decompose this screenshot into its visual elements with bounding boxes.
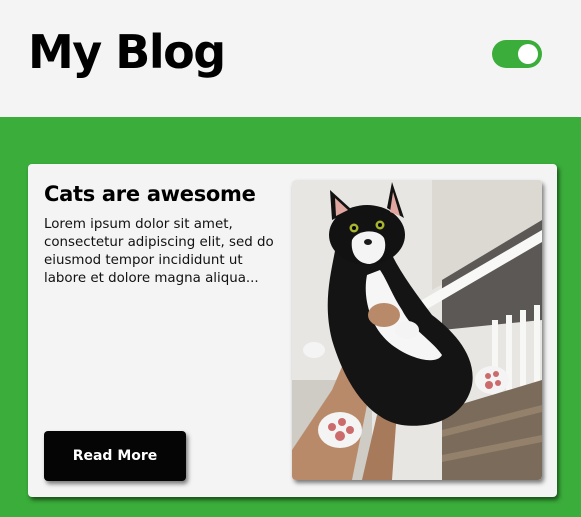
page-header: My Blog	[0, 0, 581, 118]
read-more-button[interactable]: Read More	[44, 431, 186, 481]
post-title: Cats are awesome	[44, 182, 256, 206]
toggle-knob	[518, 44, 538, 64]
blog-post-card: Cats are awesome Lorem ipsum dolor sit a…	[28, 164, 557, 497]
cat-photo-icon	[292, 180, 542, 480]
post-excerpt: Lorem ipsum dolor sit amet, consectetur …	[44, 217, 274, 286]
page-title: My Blog	[28, 25, 226, 79]
theme-toggle[interactable]	[492, 40, 542, 68]
post-image	[292, 180, 542, 480]
